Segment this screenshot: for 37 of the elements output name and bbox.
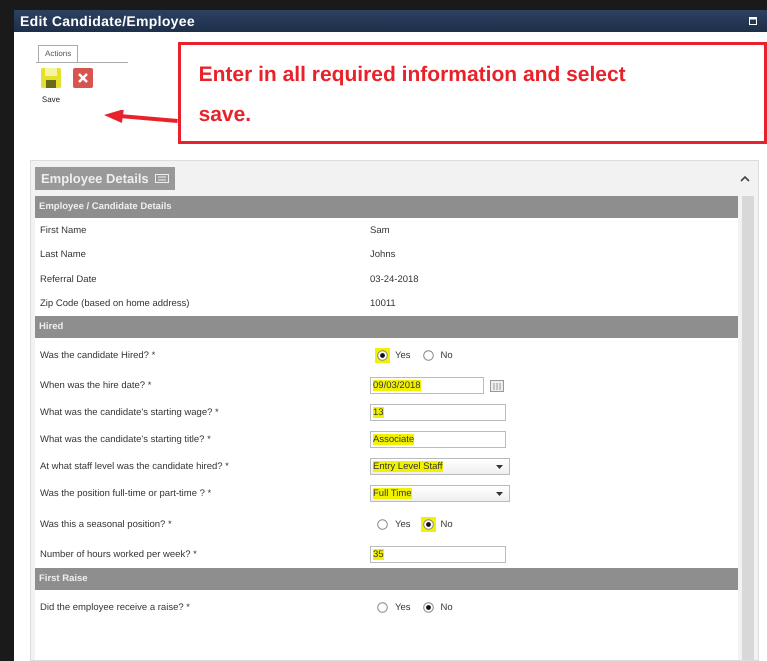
field-label: Number of hours worked per week? * — [39, 549, 198, 560]
panel-title: Employee Details — [35, 167, 175, 190]
field-label: Referral Date — [39, 274, 98, 285]
radio-option[interactable]: Yes — [375, 600, 410, 614]
actions-tab[interactable]: Actions — [38, 45, 78, 62]
field-value: 10011 — [370, 298, 396, 310]
instruction-callout: Enter in all required information and select save. — [178, 42, 767, 144]
date-field[interactable]: 09/03/2018 — [370, 377, 484, 394]
field-value: Johns — [370, 249, 396, 260]
radio-option[interactable]: Yes — [375, 516, 410, 532]
section-header: Employee / Candidate Details — [35, 196, 738, 218]
field-label: At what staff level was the candidate hired? * — [39, 461, 230, 472]
text-field[interactable]: Associate — [370, 431, 506, 448]
field-label: Was the candidate Hired? * — [39, 350, 156, 360]
field-label: Was this a seasonal position? * — [39, 518, 173, 530]
radio-option[interactable]: Yes — [375, 348, 410, 362]
field-value: 03-24-2018 — [370, 274, 419, 285]
field-value: Sam — [370, 224, 390, 236]
dropdown[interactable]: Entry Level Staff — [370, 458, 510, 475]
field-label: Last Name — [39, 249, 87, 260]
section-header: Hired — [35, 316, 738, 338]
dropdown[interactable]: Full Time — [370, 485, 510, 502]
text-field[interactable]: 35 — [370, 546, 506, 563]
field-label: Zip Code (based on home address) — [39, 298, 190, 310]
field-label: What was the candidate's starting wage? * — [39, 407, 220, 418]
field-label: Did the employee receive a raise? * — [39, 602, 191, 612]
text-field[interactable]: 13 — [370, 404, 506, 421]
radio-option[interactable]: No — [420, 516, 453, 532]
field-label: First Name — [39, 224, 88, 236]
section-header: First Raise — [35, 568, 738, 590]
window-title: Edit Candidate/Employee — [20, 13, 195, 29]
save-button[interactable]: Save — [40, 67, 62, 104]
radio-option[interactable]: No — [420, 600, 453, 614]
radio-option[interactable]: No — [420, 348, 453, 362]
field-label: What was the candidate's starting title? * — [39, 434, 212, 445]
field-label: Was the position full-time or part-time ? * — [39, 488, 212, 499]
field-label: When was the hire date? * — [39, 380, 152, 391]
